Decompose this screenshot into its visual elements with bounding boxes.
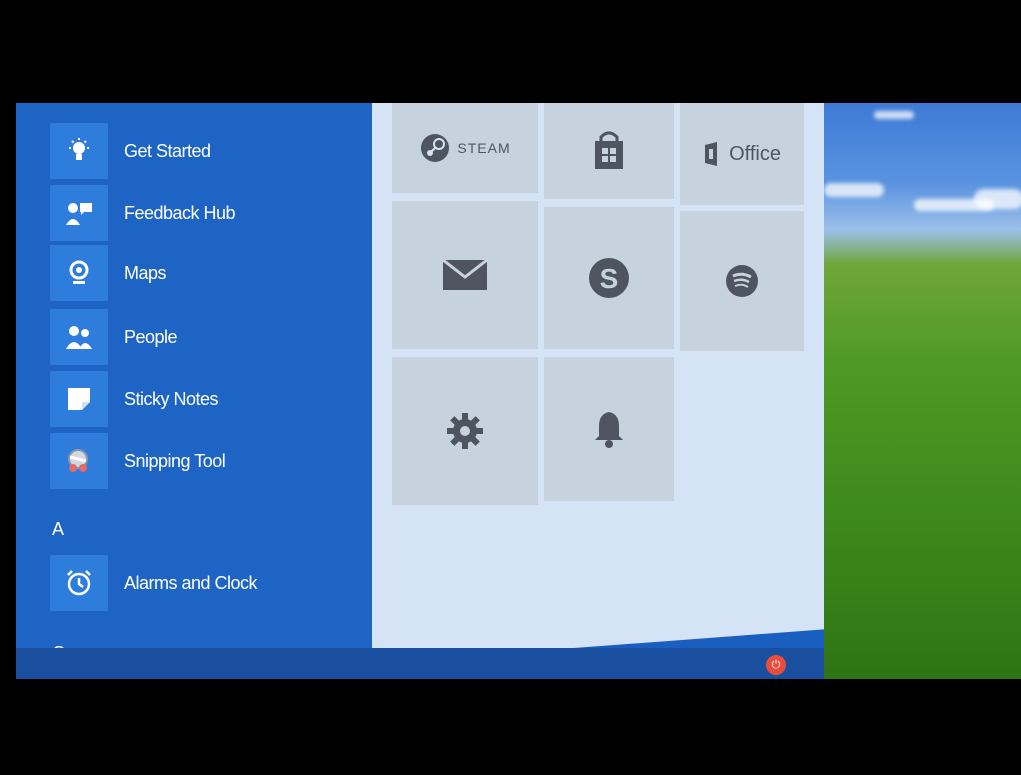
maps-icon	[50, 245, 108, 301]
app-label: People	[124, 326, 178, 347]
tile-mail[interactable]	[392, 201, 538, 349]
office-icon	[705, 142, 718, 166]
app-people[interactable]: People	[50, 309, 350, 365]
skype-icon: S	[589, 258, 629, 298]
start-app-list: Get Started Feedback Hub Maps People Sti	[16, 103, 372, 679]
tile-steam[interactable]: STEAM	[392, 103, 538, 193]
taskbar	[16, 648, 824, 679]
app-get-started[interactable]: Get Started	[50, 123, 350, 179]
app-label: Get Started	[124, 140, 211, 161]
lightbulb-icon	[50, 123, 108, 179]
app-label: Maps	[124, 262, 167, 283]
app-label: Sticky Notes	[124, 388, 219, 409]
app-maps[interactable]: Maps	[50, 245, 350, 301]
tile-panel: STEAM Office S	[372, 103, 824, 663]
tile-settings[interactable]	[392, 357, 538, 505]
app-label: Feedback Hub	[124, 202, 236, 223]
app-alarms-clock[interactable]: Alarms and Clock	[50, 555, 350, 611]
feedback-icon	[50, 185, 108, 241]
tile-skype[interactable]: S	[544, 207, 674, 349]
section-header-a[interactable]: A	[52, 519, 64, 540]
app-label: Snipping Tool	[124, 450, 226, 471]
mail-icon	[443, 260, 487, 290]
svg-text:S: S	[600, 263, 619, 294]
tile-label: Office	[729, 142, 781, 165]
app-label: Alarms and Clock	[124, 572, 258, 593]
tile-store[interactable]	[544, 103, 674, 199]
alarm-clock-icon	[50, 555, 108, 611]
snipping-tool-icon	[50, 433, 108, 489]
desktop-frame: Get Started Feedback Hub Maps People Sti	[16, 103, 1021, 679]
steam-icon	[421, 134, 450, 162]
tile-office[interactable]: Office	[680, 103, 804, 205]
store-icon	[595, 131, 623, 169]
tile-label: STEAM	[457, 140, 511, 156]
gear-icon	[447, 413, 483, 449]
sticky-notes-icon	[50, 371, 108, 427]
tile-spotify[interactable]	[680, 211, 804, 351]
app-sticky-notes[interactable]: Sticky Notes	[50, 371, 350, 427]
tile-notifications[interactable]	[544, 357, 674, 501]
people-icon	[50, 309, 108, 365]
bell-icon	[595, 412, 623, 448]
desktop-wallpaper	[824, 103, 1021, 679]
power-button[interactable]: ⏻	[766, 655, 786, 675]
app-feedback-hub[interactable]: Feedback Hub	[50, 185, 350, 241]
spotify-icon	[726, 265, 758, 297]
app-snipping-tool[interactable]: Snipping Tool	[50, 433, 350, 489]
power-icon: ⏻	[771, 658, 781, 671]
